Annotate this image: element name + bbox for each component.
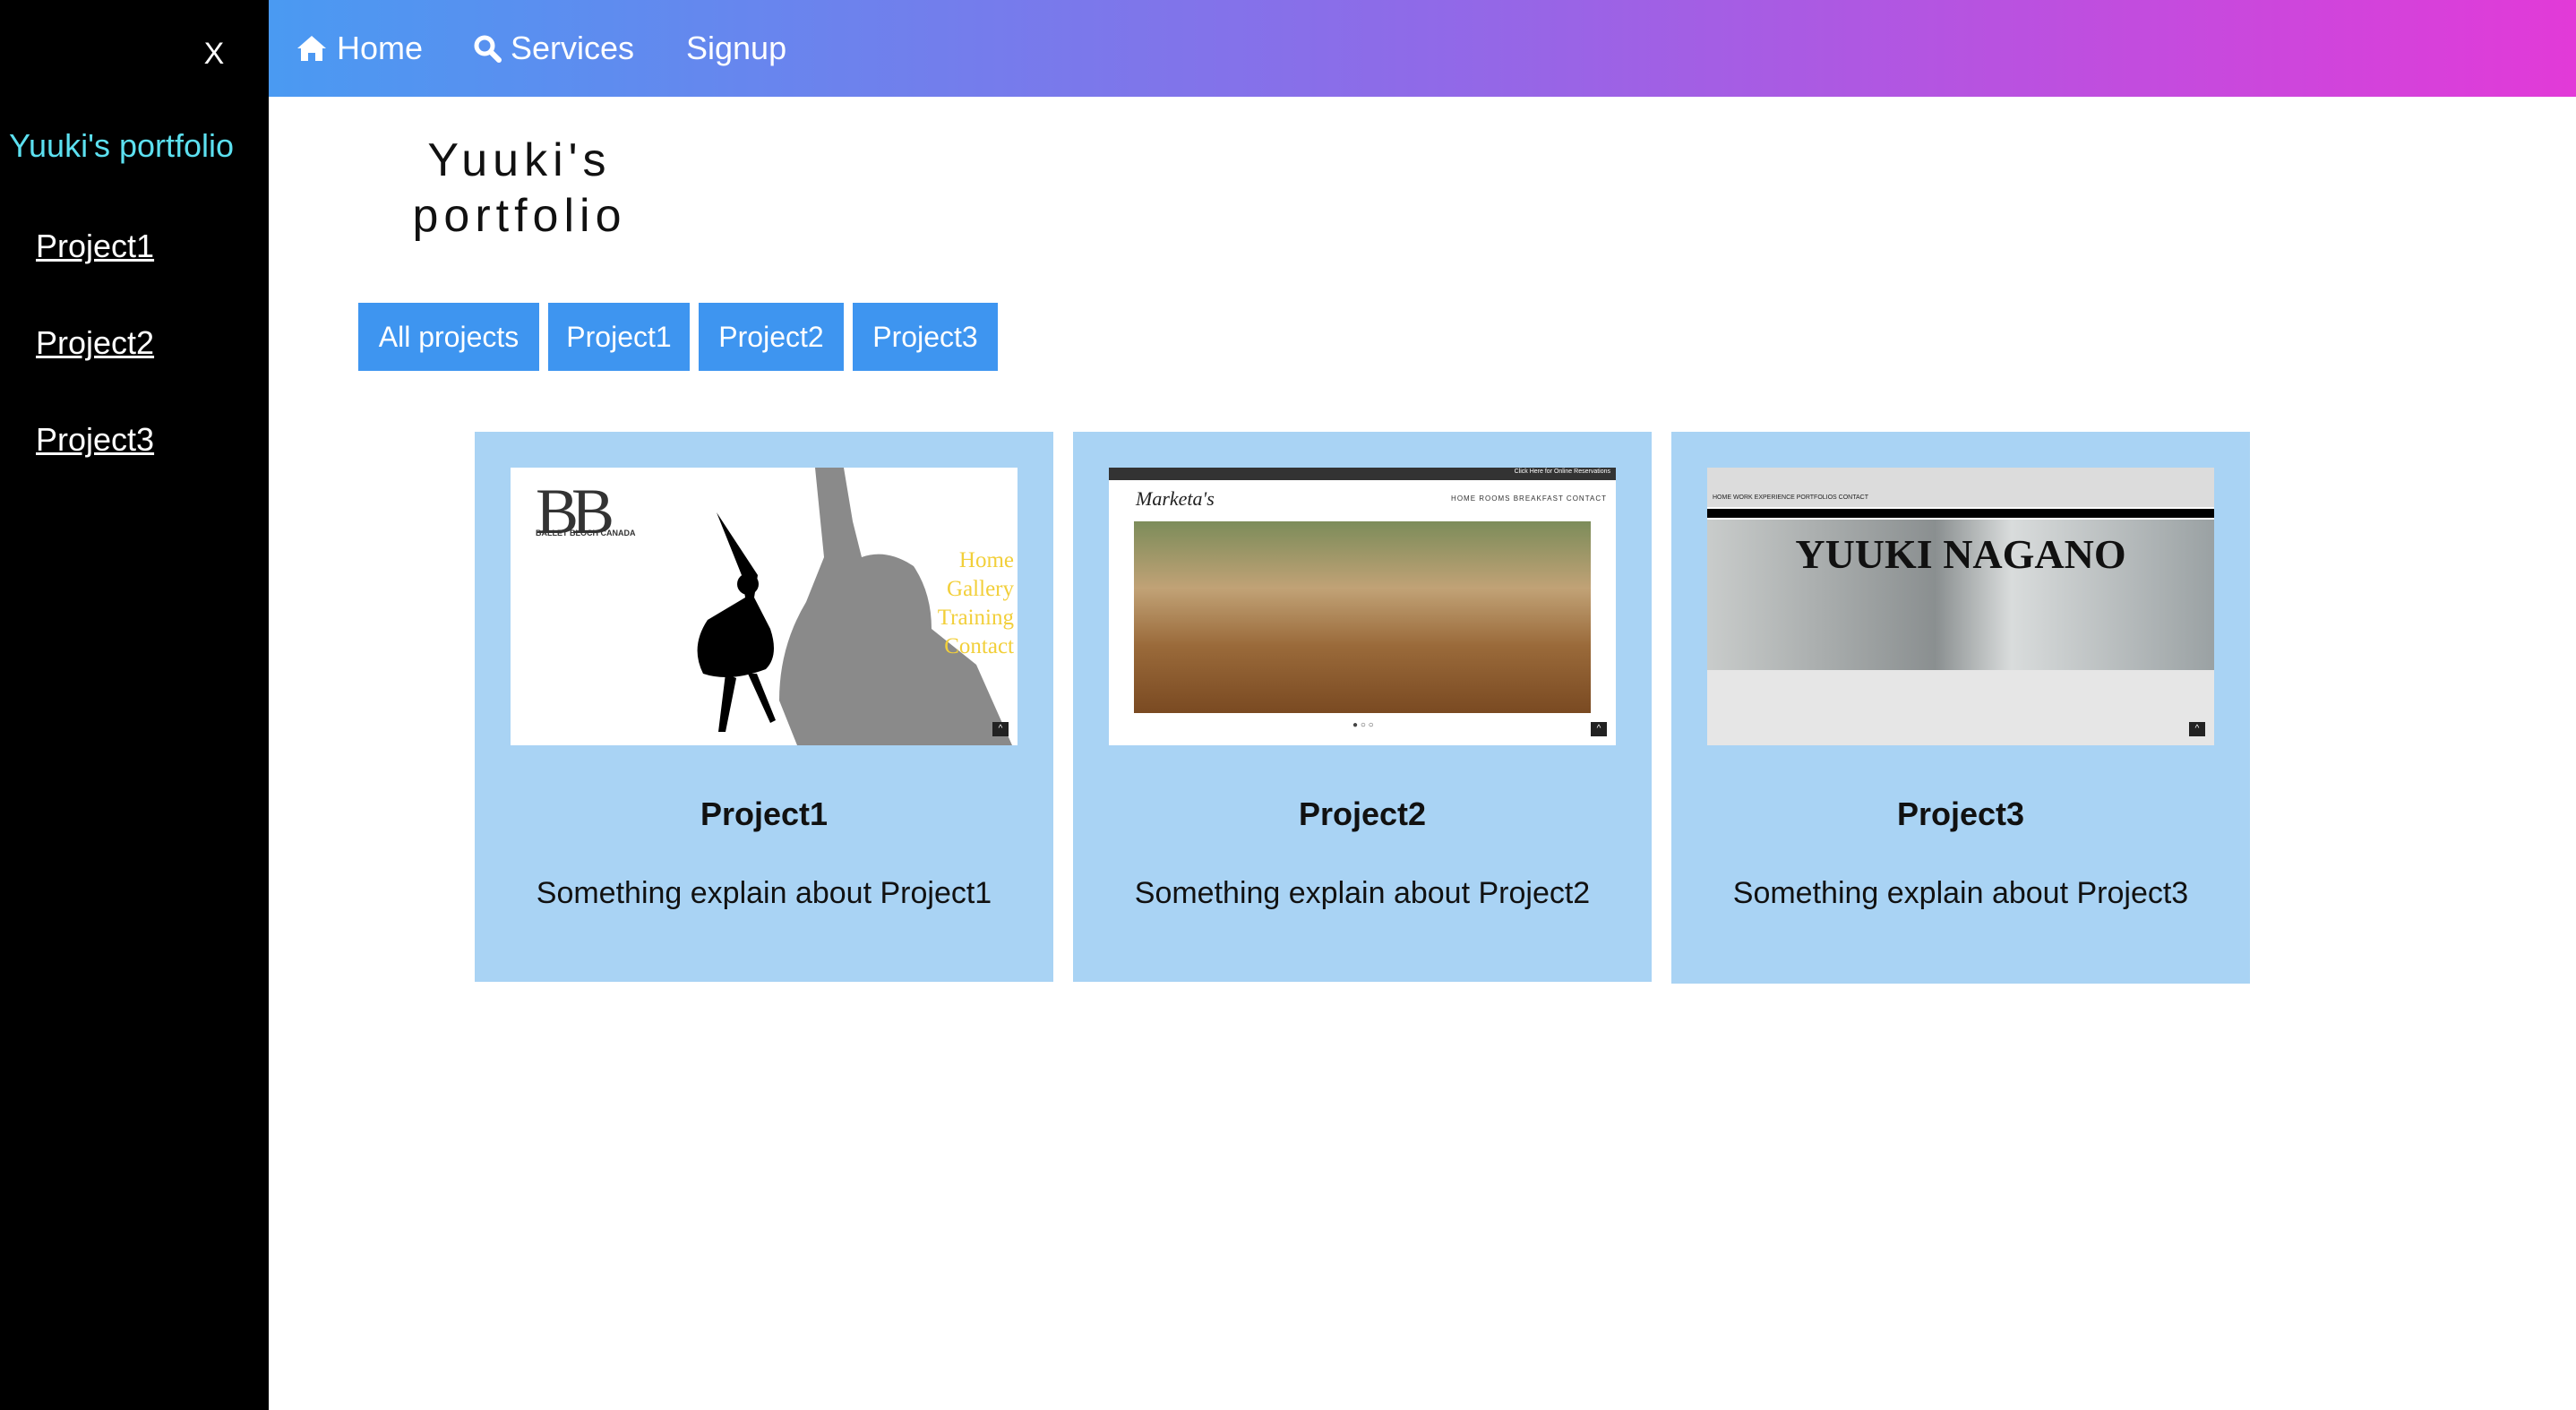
bnb-top-bar: Click Here for Online Reservations bbox=[1109, 468, 1616, 480]
search-icon bbox=[474, 35, 502, 63]
scroll-top-icon: ^ bbox=[1591, 722, 1607, 736]
sidebar-link-project2[interactable]: Project2 bbox=[36, 324, 154, 362]
nav-services-label: Services bbox=[511, 30, 635, 66]
top-navbar: Home Services Signup bbox=[269, 0, 2576, 97]
portfolio-site-nav: HOME WORK EXPERIENCE PORTFOLIOS CONTACT bbox=[1707, 468, 2214, 507]
ballet-menu-contact: Contact bbox=[944, 634, 1014, 658]
sidebar-link-project3[interactable]: Project3 bbox=[36, 421, 154, 459]
portfolio-site-footer bbox=[1707, 670, 2214, 745]
card-description: Something explain about Project2 bbox=[1134, 876, 1591, 910]
ballet-menu-home: Home bbox=[958, 548, 1014, 572]
project-card-2[interactable]: Click Here for Online Reservations Marke… bbox=[1073, 432, 1652, 982]
card-description: Something explain about Project1 bbox=[536, 876, 992, 910]
bnb-menu: HOME ROOMS BREAKFAST CONTACT bbox=[1451, 494, 1607, 503]
filter-project1-button[interactable]: Project1 bbox=[548, 303, 690, 371]
page-title-line2: portfolio bbox=[412, 190, 627, 242]
portfolio-stripe bbox=[1707, 509, 2214, 518]
portfolio-site-menu: HOME WORK EXPERIENCE PORTFOLIOS CONTACT bbox=[1713, 494, 1868, 501]
nav-home[interactable]: Home bbox=[296, 0, 423, 97]
project2-thumbnail[interactable]: Click Here for Online Reservations Marke… bbox=[1109, 468, 1616, 745]
scroll-top-icon: ^ bbox=[2189, 722, 2205, 736]
portfolio-site-name: YUUKI NAGANO bbox=[1795, 531, 2126, 577]
project-card-3[interactable]: HOME WORK EXPERIENCE PORTFOLIOS CONTACT … bbox=[1671, 432, 2250, 984]
project3-thumbnail[interactable]: HOME WORK EXPERIENCE PORTFOLIOS CONTACT … bbox=[1707, 468, 2214, 745]
sidebar: X Yuuki's portfolio Project1 Project2 Pr… bbox=[0, 0, 269, 1410]
page-title: Yuuki's portfolio bbox=[385, 133, 654, 244]
card-title: Project3 bbox=[1896, 795, 2025, 832]
carousel-dots: ● ○ ○ bbox=[1352, 720, 1374, 730]
ballet-menu-gallery: Gallery bbox=[947, 577, 1014, 601]
project-card-1[interactable]: BB BALLET BLOCH CANADA Home Gallery Trai… bbox=[475, 432, 1053, 982]
scroll-top-icon: ^ bbox=[992, 722, 1009, 736]
bnb-logo: Marketa's bbox=[1136, 487, 1215, 510]
bnb-header: Marketa's HOME ROOMS BREAKFAST CONTACT bbox=[1109, 480, 1616, 521]
project1-thumbnail[interactable]: BB BALLET BLOCH CANADA Home Gallery Trai… bbox=[511, 468, 1018, 745]
page-title-line1: Yuuki's bbox=[427, 134, 612, 186]
nav-signup-label: Signup bbox=[686, 30, 787, 66]
nav-services[interactable]: Services bbox=[473, 0, 634, 97]
card-description: Something explain about Project3 bbox=[1732, 876, 2189, 910]
close-sidebar-button[interactable]: X bbox=[201, 36, 228, 72]
sidebar-link-project1[interactable]: Project1 bbox=[36, 228, 154, 265]
home-icon bbox=[297, 36, 326, 61]
nav-signup[interactable]: Signup bbox=[686, 0, 786, 97]
filter-all-projects-button[interactable]: All projects bbox=[358, 303, 539, 371]
bnb-reservation-link: Click Here for Online Reservations bbox=[1514, 469, 1610, 475]
dining-room-photo bbox=[1134, 521, 1591, 713]
filter-project2-button[interactable]: Project2 bbox=[699, 303, 844, 371]
sidebar-brand[interactable]: Yuuki's portfolio bbox=[9, 127, 234, 165]
ballet-site-menu: Home Gallery Training Contact bbox=[938, 546, 1014, 661]
card-title: Project2 bbox=[1298, 795, 1427, 832]
filter-project3-button[interactable]: Project3 bbox=[853, 303, 998, 371]
card-title: Project1 bbox=[700, 795, 829, 832]
nav-home-label: Home bbox=[337, 30, 424, 66]
ballet-menu-training: Training bbox=[937, 606, 1014, 630]
